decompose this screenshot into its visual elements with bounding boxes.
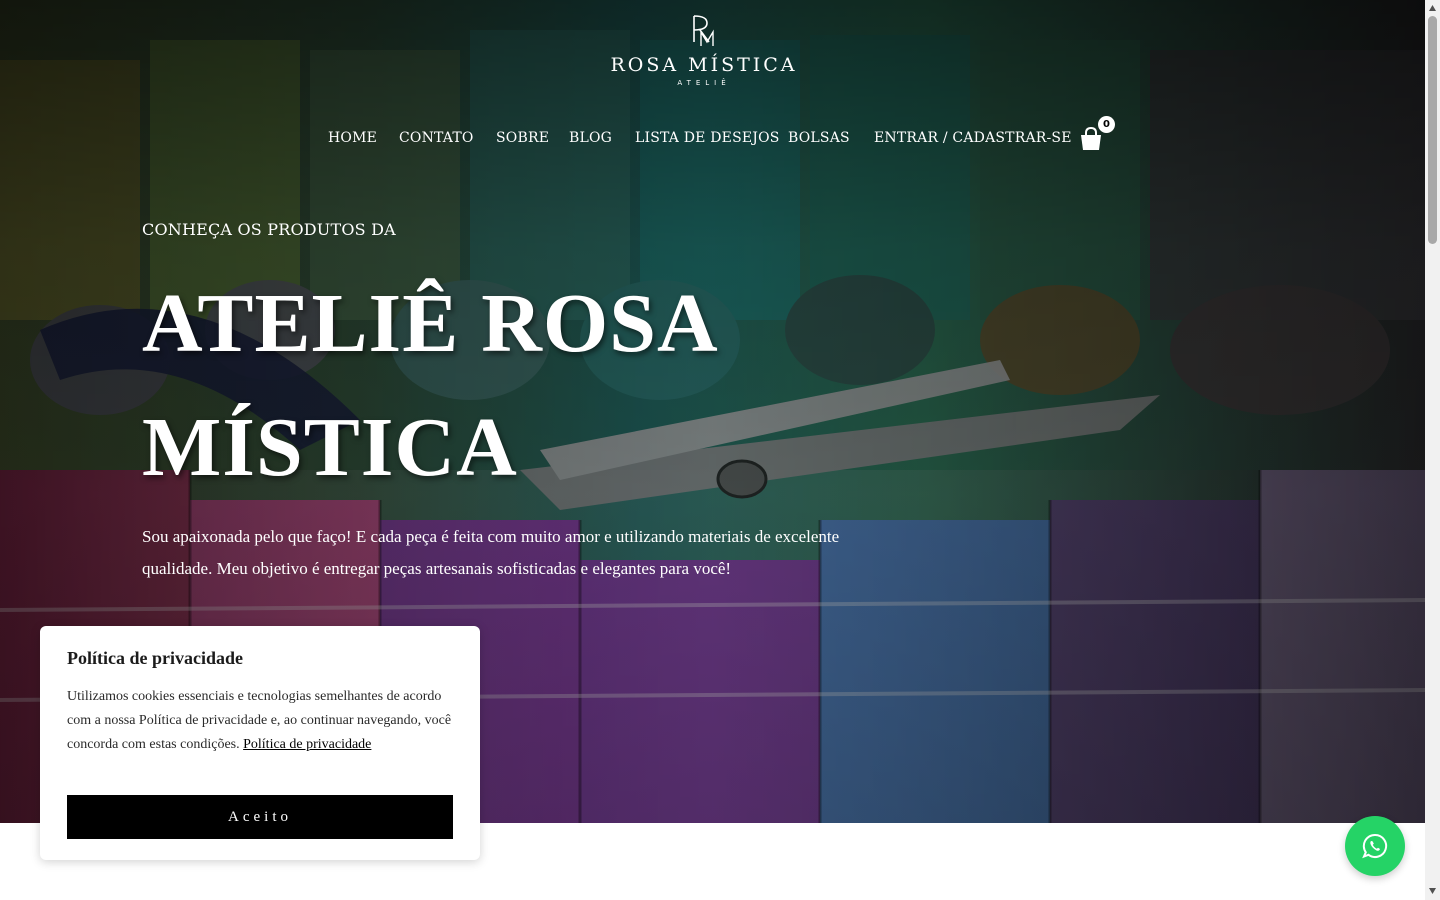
whatsapp-icon bbox=[1362, 833, 1388, 859]
hero-lead: Sou apaixonada pelo que faço! E cada peç… bbox=[142, 527, 840, 578]
nav-item-lista-de-desejos[interactable]: LISTA DE DESEJOS bbox=[635, 130, 780, 146]
nav-item-blog[interactable]: BLOG bbox=[569, 130, 612, 146]
scroll-down-arrow-icon[interactable] bbox=[1428, 886, 1437, 896]
nav-item-sobre[interactable]: SOBRE bbox=[496, 130, 549, 146]
scrollbar-thumb[interactable] bbox=[1428, 16, 1437, 244]
nav-item-home[interactable]: HOME bbox=[328, 130, 377, 146]
privacy-policy-link[interactable]: Política de privacidade bbox=[243, 737, 371, 752]
accept-cookies-button[interactable]: Aceito bbox=[67, 795, 453, 839]
nav-item-bolsas[interactable]: BOLSAS bbox=[788, 130, 850, 146]
site-logo[interactable]: ROSA MÍSTICA ATELIÊ bbox=[604, 12, 804, 97]
cookie-banner: Política de privacidade Utilizamos cooki… bbox=[40, 626, 480, 860]
nav-item-login[interactable]: ENTRAR / CADASTRAR-SE bbox=[874, 130, 1072, 146]
cart-count-badge: 0 bbox=[1098, 116, 1115, 133]
nav-item-contato[interactable]: CONTATO bbox=[399, 130, 474, 146]
page-scrollbar[interactable] bbox=[1425, 0, 1440, 900]
logo-monogram-icon bbox=[693, 15, 714, 46]
cookie-text: Utilizamos cookies essenciais e tecnolog… bbox=[67, 685, 462, 757]
main-nav: HOME CONTATO SOBRE BLOG LISTA DE DESEJOS… bbox=[0, 130, 1425, 150]
logo-name: ROSA MÍSTICA bbox=[610, 54, 798, 76]
cookie-title: Política de privacidade bbox=[67, 648, 243, 668]
scroll-up-arrow-icon[interactable] bbox=[1428, 3, 1437, 13]
hero-eyebrow: CONHEÇA OS PRODUTOS DA bbox=[142, 220, 396, 239]
whatsapp-button[interactable] bbox=[1345, 816, 1405, 876]
hero-headline: ATELIÊ ROSA MÍSTICA bbox=[142, 277, 714, 494]
logo-subtitle: ATELIÊ bbox=[677, 79, 731, 87]
